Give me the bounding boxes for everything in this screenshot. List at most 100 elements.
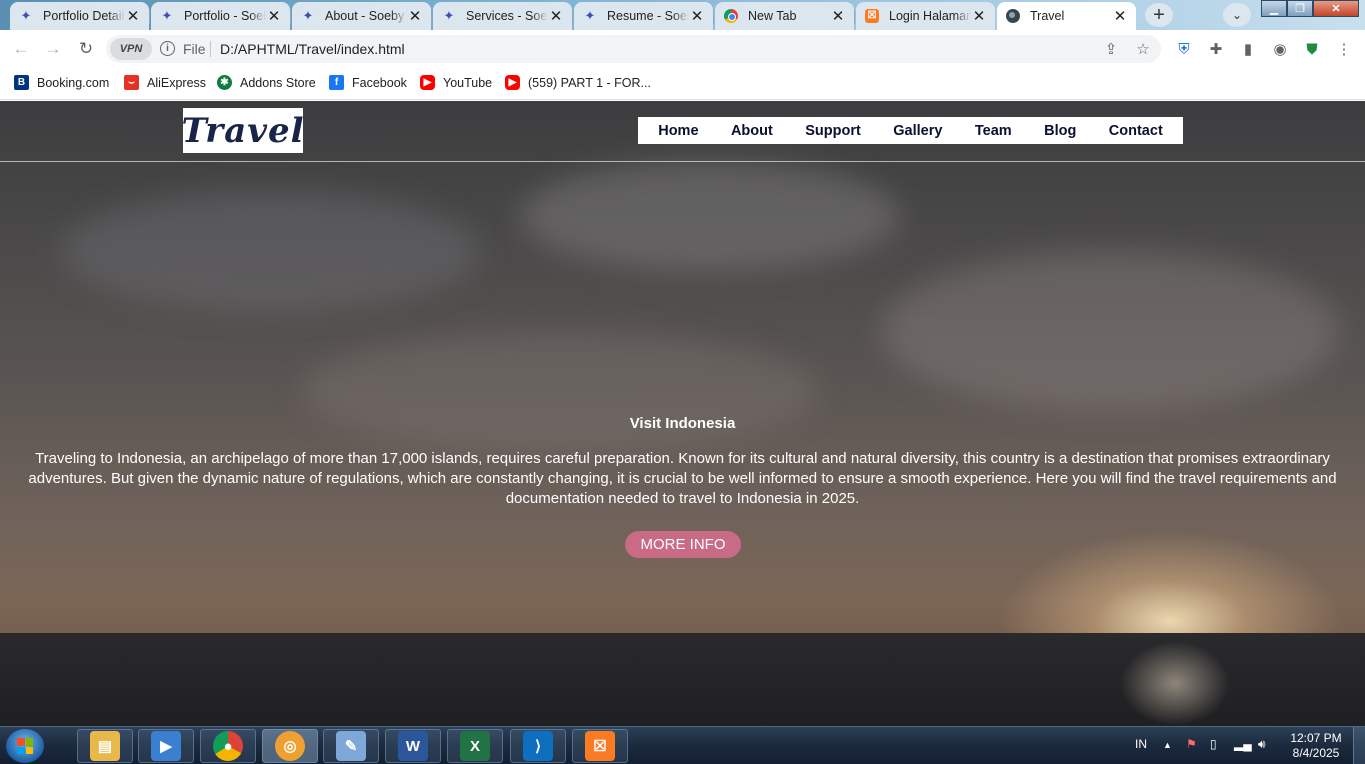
tab-title: New Tab [748,9,797,23]
info-icon[interactable]: i [160,41,175,56]
taskbar-excel[interactable]: X [447,729,503,763]
close-window-button[interactable]: ✕ [1313,0,1359,17]
reload-button[interactable]: ↻ [76,39,96,59]
language-indicator[interactable]: IN [1135,737,1147,751]
bookmark-label: YouTube [443,75,493,90]
maximize-button[interactable]: ❐ [1287,0,1313,17]
close-icon[interactable]: ✕ [548,8,564,25]
tab-services[interactable]: ✦ Services - Soeby ✕ [433,2,573,30]
url-text[interactable]: D:/APHTML/Travel/index.html [220,41,405,57]
network-alert-icon[interactable]: ⚑ [1186,737,1197,751]
nav-about[interactable]: About [731,123,773,139]
show-desktop-button[interactable] [1353,727,1365,764]
volume-icon[interactable]: 🔊︎ [1258,737,1266,752]
tab-separator [290,10,291,24]
address-bar[interactable]: VPN i File D:/APHTML/Travel/index.html ⇪… [106,35,1161,63]
taskbar-vscode[interactable]: ⟩ [510,729,566,763]
bookmark-booking[interactable]: B Booking.com [14,75,109,90]
vpn-badge[interactable]: VPN [110,38,152,60]
tab-about[interactable]: ✦ About - Soeby ✕ [292,2,432,30]
travel-page: Travel Home About Support Gallery Team B… [0,101,1365,726]
tab-title: Resume - Soeby [607,9,689,23]
back-button[interactable]: ← [11,39,31,59]
bookmark-youtube-video[interactable]: ▶ (559) PART 1 - FOR... [505,75,651,90]
nav-blog[interactable]: Blog [1044,123,1076,139]
bookmark-star-icon[interactable]: ☆ [1135,41,1151,58]
tab-title: About - Soeby [325,9,405,23]
site-logo[interactable]: Travel [181,108,304,153]
close-icon[interactable]: ✕ [407,8,423,25]
signal-icon[interactable]: ▂▄ [1234,737,1252,751]
profile-icon[interactable]: ◉ [1270,39,1290,59]
forward-button[interactable]: → [43,39,63,59]
windows-logo-icon [17,738,33,754]
omnibox-divider [210,41,211,57]
folder-icon: ▤ [90,731,120,761]
media-player-icon: ▶ [151,731,181,761]
booking-icon: B [14,75,29,90]
tab-resume[interactable]: ✦ Resume - Soeby ✕ [574,2,714,30]
menu-kebab-icon[interactable]: ⋮ [1334,39,1354,59]
vpn-browser-icon: ◎ [275,731,305,761]
chevron-down-icon: ⌄ [1231,8,1243,22]
close-icon[interactable]: ✕ [971,8,987,25]
bookmark-aliexpress[interactable]: ⌣ AliExpress [124,75,206,90]
nav-support[interactable]: Support [805,123,861,139]
tab-new-tab[interactable]: New Tab ✕ [715,2,855,30]
tab-title: Portfolio Details [43,9,125,23]
excel-icon: X [460,731,490,761]
system-clock[interactable]: 12:07 PM 8/4/2025 [1286,731,1346,761]
vpn-shield-icon[interactable]: ⛨ [1174,39,1194,59]
chrome-icon: ● [213,731,243,761]
word-icon: W [398,731,428,761]
close-icon[interactable]: ✕ [689,8,705,25]
nav-home[interactable]: Home [658,123,698,139]
clock-date: 8/4/2025 [1292,746,1340,760]
taskbar-xampp[interactable]: ☒ [572,729,628,763]
nav-contact[interactable]: Contact [1109,123,1163,139]
taskbar-media-player[interactable]: ▶ [138,729,194,763]
bookmark-facebook[interactable]: f Facebook [329,75,407,90]
battery-icon[interactable]: ▯ [1210,737,1217,751]
sparkle-icon: ✦ [584,8,596,23]
background-cloud [520,161,900,271]
side-panel-icon[interactable]: ▮ [1238,39,1258,59]
bookmark-addons-store[interactable]: ✱ Addons Store [217,75,316,90]
facebook-icon: f [329,75,344,90]
tab-travel[interactable]: Travel ✕ [997,2,1136,30]
close-icon[interactable]: ✕ [830,8,846,25]
close-icon[interactable]: ✕ [1112,8,1128,25]
minimize-button[interactable]: ▁ [1261,0,1287,17]
reload-icon: ↻ [78,39,94,58]
background-cloud [300,331,820,451]
taskbar-word[interactable]: W [385,729,441,763]
taskbar-explorer[interactable]: ▤ [77,729,133,763]
bookmark-label: (559) PART 1 - FOR... [528,75,651,90]
tab-separator [431,10,432,24]
more-info-button[interactable]: MORE INFO [625,531,741,558]
taskbar-chrome[interactable]: ● [200,729,256,763]
new-tab-button[interactable]: + [1145,3,1173,27]
tab-search-button[interactable]: ⌄ [1223,3,1251,27]
security-shield-icon[interactable]: ⛊ [1302,39,1322,59]
globe-icon [1005,8,1021,24]
tab-portfolio[interactable]: ✦ Portfolio - Soeby ✕ [151,2,291,30]
taskbar-vpn-browser[interactable]: ◎ [262,729,318,763]
background-cloud [60,191,480,311]
nav-team[interactable]: Team [975,123,1012,139]
youtube-icon: ▶ [505,75,520,90]
bookmark-youtube[interactable]: ▶ YouTube [420,75,492,90]
nav-gallery[interactable]: Gallery [893,123,942,139]
close-icon[interactable]: ✕ [125,8,141,25]
extensions-puzzle-icon[interactable]: ✚ [1206,39,1226,59]
tab-title: Travel [1030,9,1065,23]
share-icon[interactable]: ⇪ [1103,41,1119,58]
taskbar-paint[interactable]: ✎ [323,729,379,763]
tray-arrow-icon[interactable]: ▲ [1163,740,1172,750]
tab-separator [854,10,855,24]
tab-portfolio-details[interactable]: ✦ Portfolio Details ✕ [10,2,150,30]
start-button[interactable] [6,729,44,763]
tab-login[interactable]: ☒ Login Halaman ✕ [856,2,995,30]
vscode-icon: ⟩ [523,731,553,761]
close-icon[interactable]: ✕ [266,8,282,25]
